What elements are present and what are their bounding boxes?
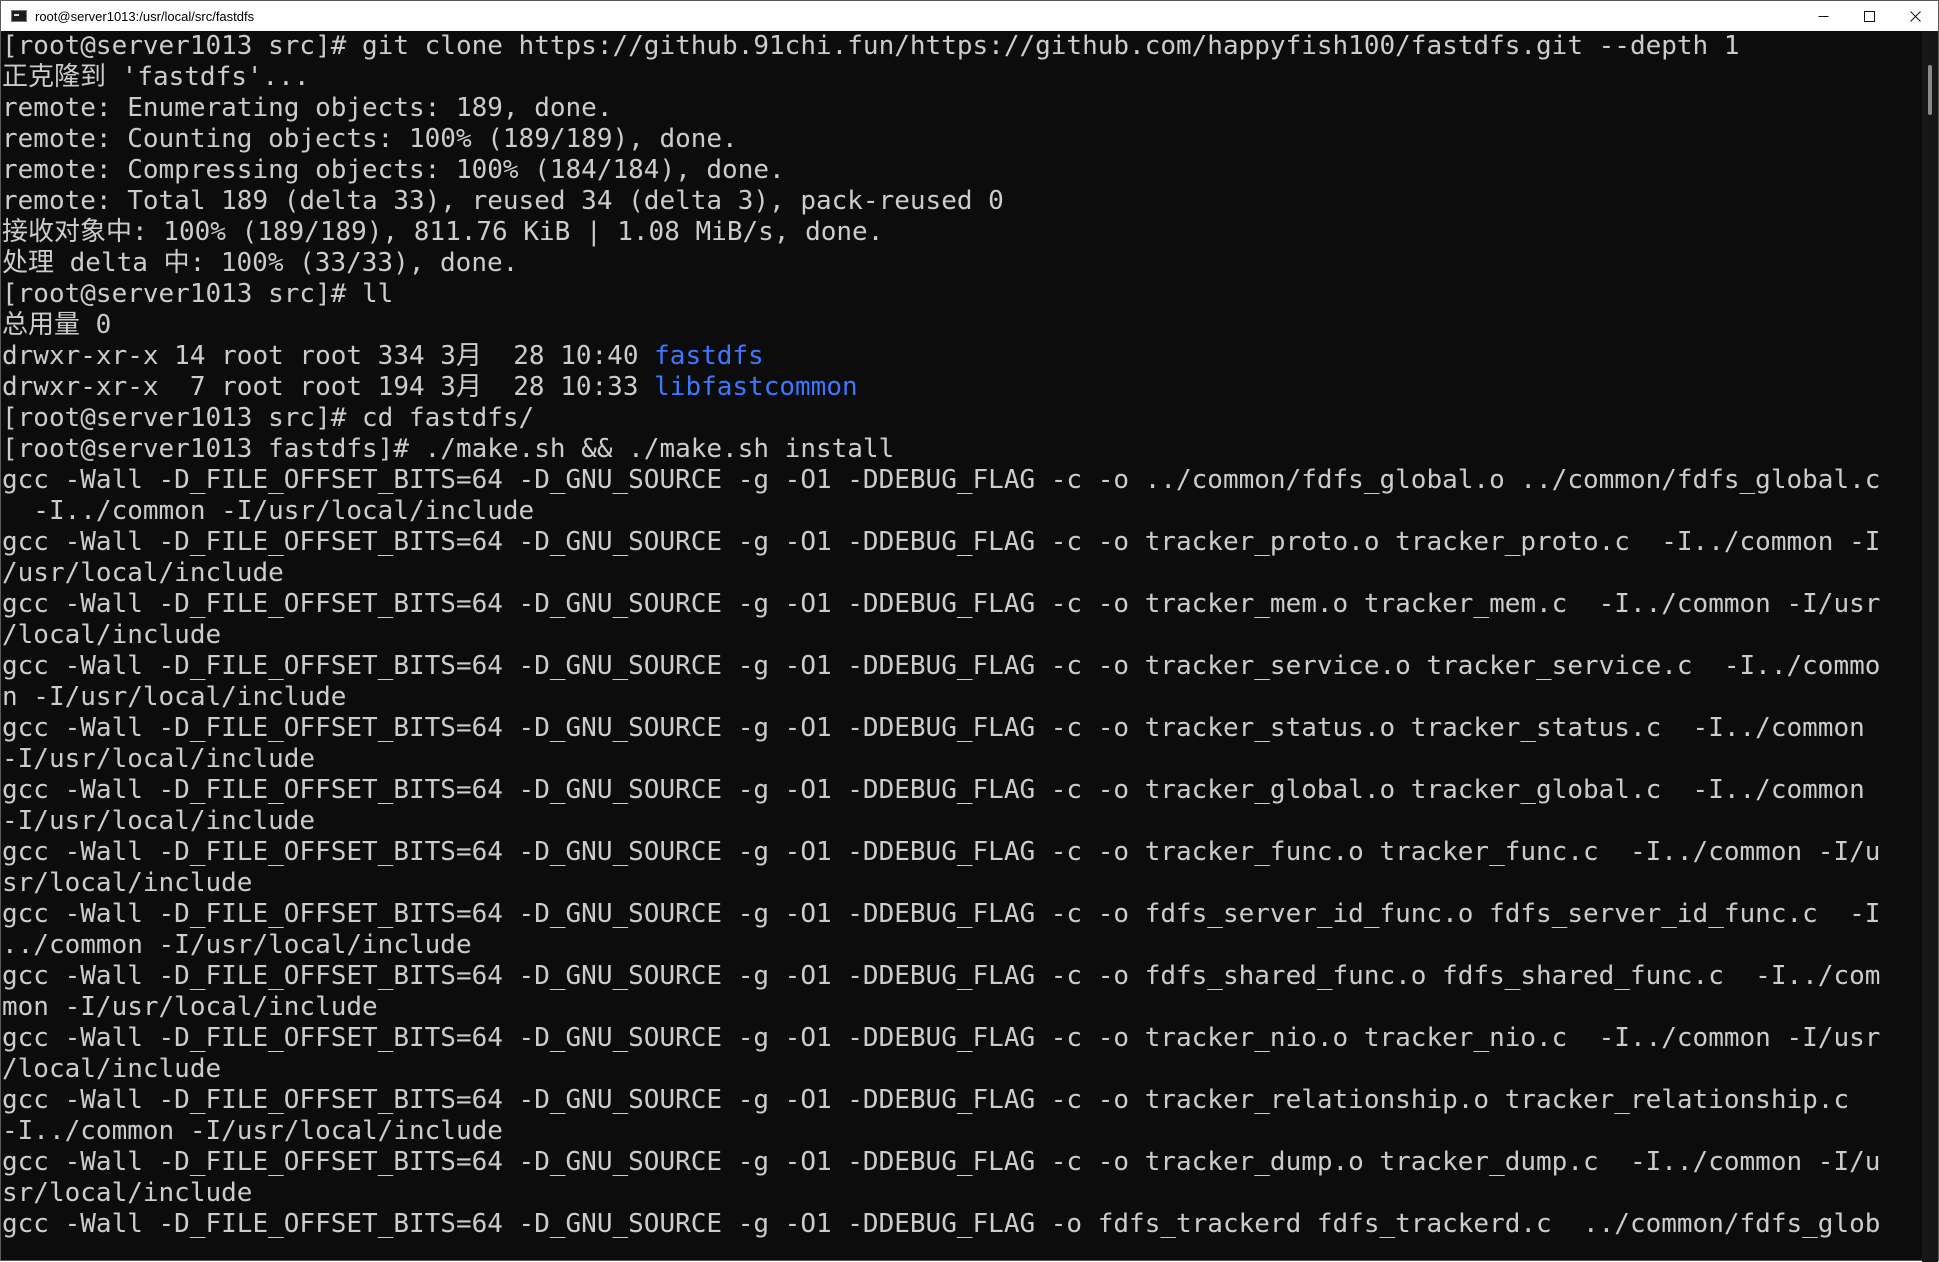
terminal-line: [root@server1013 src]# cd fastdfs/ xyxy=(2,403,535,433)
terminal-line: gcc -Wall -D_FILE_OFFSET_BITS=64 -D_GNU_… xyxy=(2,899,1881,929)
terminal-line: /local/include xyxy=(2,1054,222,1084)
terminal-line: mon -I/usr/local/include xyxy=(2,992,378,1022)
minimize-icon xyxy=(1818,15,1828,17)
terminal-line: gcc -Wall -D_FILE_OFFSET_BITS=64 -D_GNU_… xyxy=(2,775,1865,805)
terminal-line: gcc -Wall -D_FILE_OFFSET_BITS=64 -D_GNU_… xyxy=(2,589,1881,619)
minimize-button[interactable] xyxy=(1800,1,1846,31)
terminal-line: -I../common -I/usr/local/include xyxy=(2,496,535,526)
listing-perms: drwxr-xr-x 14 root root 334 3月 28 10:40 xyxy=(2,341,655,371)
close-button[interactable] xyxy=(1892,1,1938,31)
terminal-line: -I/usr/local/include xyxy=(2,806,316,836)
terminal-line: 总用量 0 xyxy=(2,310,112,340)
directory-name: libfastcommon xyxy=(654,372,858,402)
window-title: root@server1013:/usr/local/src/fastdfs xyxy=(35,8,255,24)
terminal-line: gcc -Wall -D_FILE_OFFSET_BITS=64 -D_GNU_… xyxy=(2,527,1881,557)
terminal-line: gcc -Wall -D_FILE_OFFSET_BITS=64 -D_GNU_… xyxy=(2,961,1881,991)
terminal-line: gcc -Wall -D_FILE_OFFSET_BITS=64 -D_GNU_… xyxy=(2,1209,1881,1239)
terminal-line: [root@server1013 src]# ll xyxy=(2,279,394,309)
terminal-line: -I../common -I/usr/local/include xyxy=(2,1116,503,1146)
listing-perms: drwxr-xr-x 7 root root 194 3月 28 10:33 xyxy=(2,372,655,402)
vertical-scrollbar[interactable] xyxy=(1922,31,1938,1262)
maximize-icon xyxy=(1863,10,1875,22)
terminal-line: remote: Compressing objects: 100% (184/1… xyxy=(2,155,785,185)
terminal-line: 处理 delta 中: 100% (33/33), done. xyxy=(2,248,519,278)
scrollbar-thumb[interactable] xyxy=(1928,65,1932,115)
terminal-window: root@server1013:/usr/local/src/fastdfs [… xyxy=(0,0,1939,1262)
terminal-line: gcc -Wall -D_FILE_OFFSET_BITS=64 -D_GNU_… xyxy=(2,651,1881,681)
close-icon xyxy=(1909,10,1921,22)
terminal-line: sr/local/include xyxy=(2,868,253,898)
terminal-line: gcc -Wall -D_FILE_OFFSET_BITS=64 -D_GNU_… xyxy=(2,1085,1850,1115)
terminal-line: gcc -Wall -D_FILE_OFFSET_BITS=64 -D_GNU_… xyxy=(2,1147,1881,1177)
terminal-app-icon[interactable] xyxy=(11,10,27,22)
window-controls xyxy=(1800,1,1938,31)
terminal-line: remote: Total 189 (delta 33), reused 34 … xyxy=(2,186,1004,216)
terminal-line: gcc -Wall -D_FILE_OFFSET_BITS=64 -D_GNU_… xyxy=(2,713,1865,743)
maximize-button[interactable] xyxy=(1846,1,1892,31)
terminal-output[interactable]: [root@server1013 src]# git clone https:/… xyxy=(1,31,1924,1262)
terminal-line: gcc -Wall -D_FILE_OFFSET_BITS=64 -D_GNU_… xyxy=(2,837,1881,867)
terminal-line: ../common -I/usr/local/include xyxy=(2,930,472,960)
directory-name: fastdfs xyxy=(654,341,764,371)
terminal-line: /usr/local/include xyxy=(2,558,284,588)
directory-listing-row: drwxr-xr-x 7 root root 194 3月 28 10:33 l… xyxy=(2,372,1924,403)
terminal-line: remote: Counting objects: 100% (189/189)… xyxy=(2,124,738,154)
terminal-line: 正克隆到 'fastdfs'... xyxy=(2,62,310,92)
terminal-line: gcc -Wall -D_FILE_OFFSET_BITS=64 -D_GNU_… xyxy=(2,465,1881,495)
terminal-line: gcc -Wall -D_FILE_OFFSET_BITS=64 -D_GNU_… xyxy=(2,1023,1881,1053)
terminal-line: remote: Enumerating objects: 189, done. xyxy=(2,93,613,123)
terminal-line: 接收对象中: 100% (189/189), 811.76 KiB | 1.08… xyxy=(2,217,884,247)
terminal-line: sr/local/include xyxy=(2,1178,253,1208)
directory-listing-row: drwxr-xr-x 14 root root 334 3月 28 10:40 … xyxy=(2,341,1924,372)
title-bar[interactable]: root@server1013:/usr/local/src/fastdfs xyxy=(1,1,1938,31)
terminal-line: -I/usr/local/include xyxy=(2,744,316,774)
terminal-line: [root@server1013 fastdfs]# ./make.sh && … xyxy=(2,434,895,464)
terminal-line: [root@server1013 src]# git clone https:/… xyxy=(2,31,1740,61)
terminal-line: n -I/usr/local/include xyxy=(2,682,347,712)
terminal-line: /local/include xyxy=(2,620,222,650)
